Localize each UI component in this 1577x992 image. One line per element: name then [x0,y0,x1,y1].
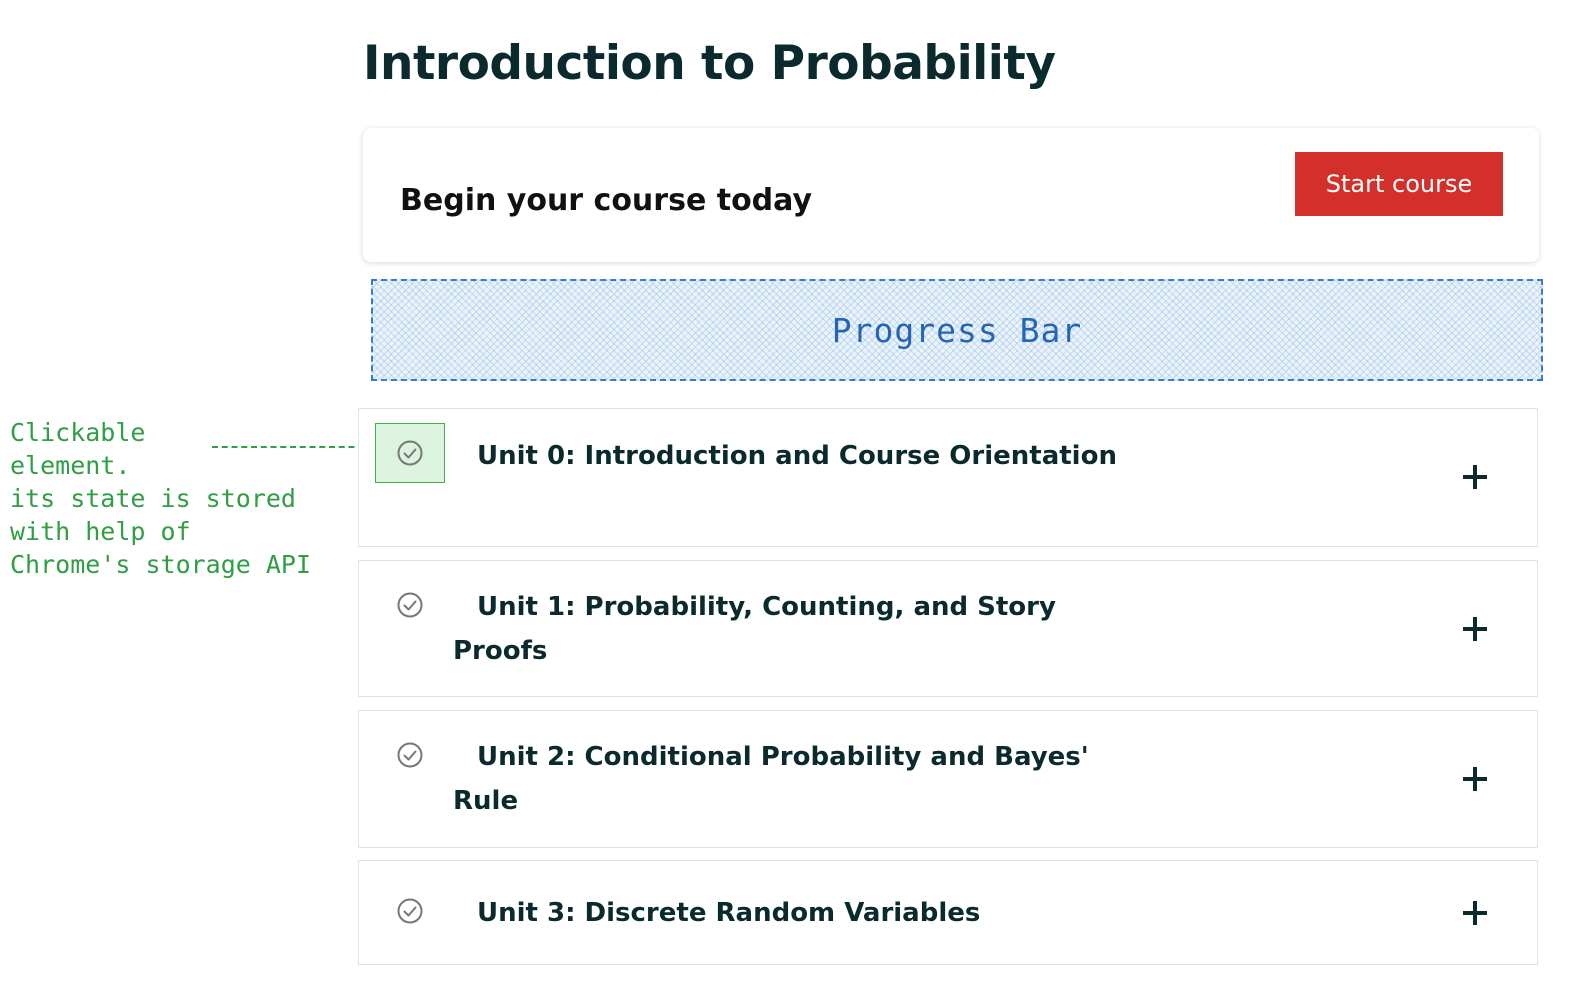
annotation-connector-line [212,446,374,448]
unit-complete-toggle[interactable] [375,881,445,941]
start-course-button[interactable]: Start course [1295,152,1503,216]
unit-title: Unit 3: Discrete Random Variables [477,898,981,928]
unit-card[interactable]: Unit 3: Discrete Random Variables [358,860,1538,965]
unit-complete-toggle[interactable] [375,423,445,483]
unit-complete-toggle[interactable] [375,725,445,785]
unit-title: Unit 1: Probability, Counting, and Story… [453,592,1056,666]
unit-card[interactable]: Unit 0: Introduction and Course Orientat… [358,408,1538,547]
progress-bar-placeholder: Progress Bar [371,279,1543,381]
begin-course-card: Begin your course today Start course [363,128,1539,262]
unit-card[interactable]: Unit 1: Probability, Counting, and Story… [358,560,1538,697]
circle-check-icon [397,592,423,618]
unit-title: Unit 0: Introduction and Course Orientat… [477,441,1117,471]
plus-icon[interactable] [1461,765,1489,793]
begin-course-text: Begin your course today [400,183,813,218]
page-title: Introduction to Probability [363,36,1056,91]
unit-card[interactable]: Unit 2: Conditional Probability and Baye… [358,710,1538,848]
plus-icon[interactable] [1461,615,1489,643]
circle-check-icon [397,898,423,924]
annotation-note: Clickable element. its state is stored w… [10,418,312,579]
progress-bar-label: Progress Bar [831,310,1083,350]
unit-complete-toggle[interactable] [375,575,445,635]
plus-icon[interactable] [1461,463,1489,491]
unit-title: Unit 2: Conditional Probability and Baye… [453,742,1089,816]
circle-check-icon [397,742,423,768]
plus-icon[interactable] [1461,899,1489,927]
circle-check-icon [397,440,423,466]
